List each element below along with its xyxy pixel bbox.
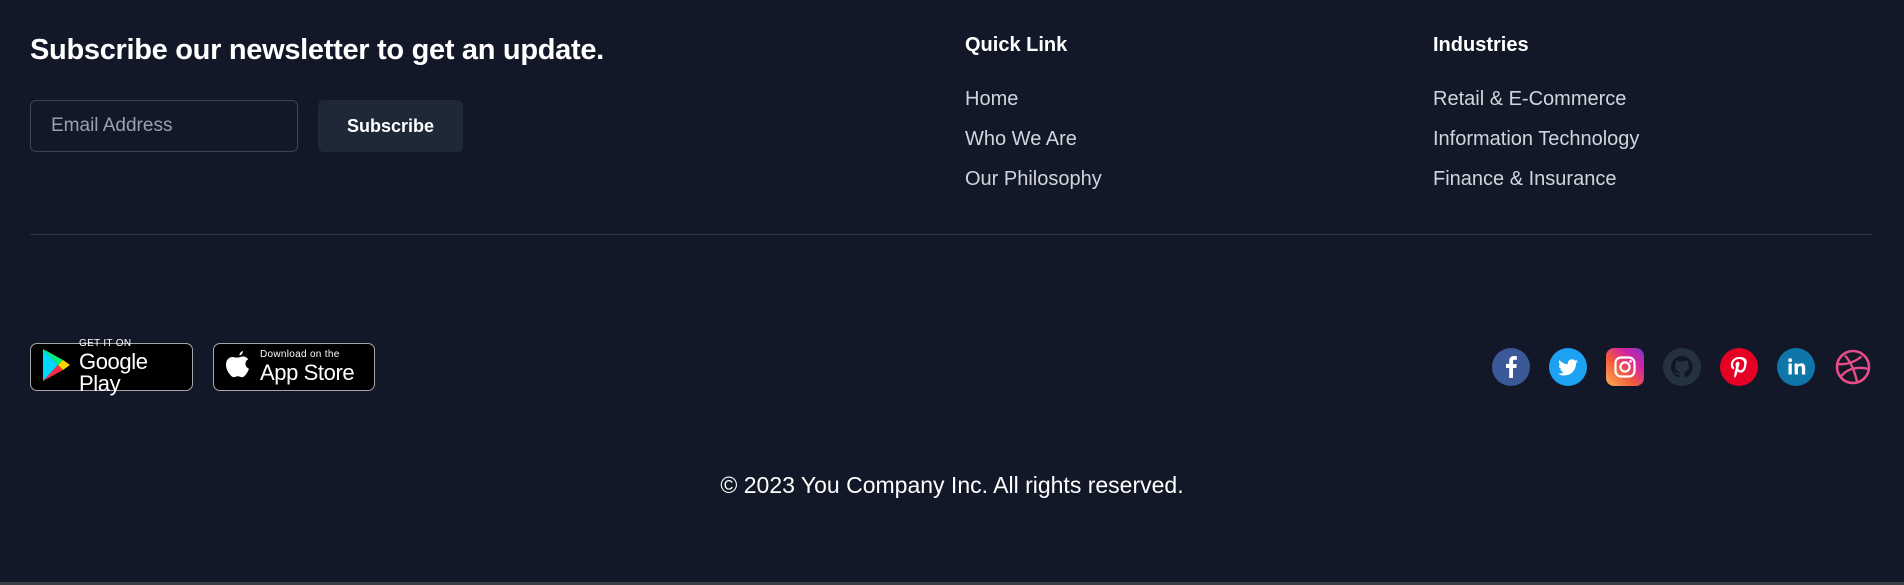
app-store-text: Download on the App Store — [260, 349, 355, 385]
github-icon[interactable] — [1663, 348, 1701, 386]
twitter-icon[interactable] — [1549, 348, 1587, 386]
list-item: Finance & Insurance — [1433, 167, 1639, 207]
instagram-icon[interactable] — [1606, 348, 1644, 386]
quick-links-list: Home Who We Are Our Philosophy — [965, 87, 1102, 207]
industry-link-retail[interactable]: Retail & E-Commerce — [1433, 88, 1626, 110]
nav-link-our-philosophy[interactable]: Our Philosophy — [965, 168, 1102, 190]
newsletter-title: Subscribe our newsletter to get an updat… — [30, 34, 604, 66]
list-item: Home — [965, 87, 1102, 127]
list-item: Retail & E-Commerce — [1433, 87, 1639, 127]
social-links — [1492, 348, 1872, 386]
facebook-icon[interactable] — [1492, 348, 1530, 386]
google-play-badge[interactable]: GET IT ON Google Play — [30, 339, 193, 395]
nav-link-who-we-are[interactable]: Who We Are — [965, 128, 1077, 150]
industries-column: Industries Retail & E-Commerce Informati… — [1433, 34, 1639, 207]
quick-links-column: Quick Link Home Who We Are Our Philosoph… — [965, 34, 1102, 207]
google-play-icon — [41, 348, 71, 387]
quick-links-heading: Quick Link — [965, 34, 1068, 56]
email-field[interactable] — [30, 100, 298, 152]
list-item: Information Technology — [1433, 127, 1639, 167]
google-play-small-text: GET IT ON — [79, 338, 132, 349]
list-item: Our Philosophy — [965, 167, 1102, 207]
linkedin-icon[interactable] — [1777, 348, 1815, 386]
app-store-badge[interactable]: Download on the App Store — [213, 343, 375, 391]
google-play-text: GET IT ON Google Play — [79, 339, 182, 395]
industries-heading: Industries — [1433, 34, 1529, 56]
copyright-text: © 2023 You Company Inc. All rights reser… — [720, 472, 1184, 498]
apple-icon — [224, 349, 252, 386]
nav-link-home[interactable]: Home — [965, 88, 1018, 110]
app-store-big-text: App Store — [260, 360, 355, 385]
industries-list: Retail & E-Commerce Information Technolo… — [1433, 87, 1639, 207]
pinterest-icon[interactable] — [1720, 348, 1758, 386]
divider — [30, 234, 1872, 235]
industry-link-it[interactable]: Information Technology — [1433, 128, 1639, 150]
industry-link-finance[interactable]: Finance & Insurance — [1433, 168, 1616, 190]
app-store-small-text: Download on the — [260, 349, 340, 360]
dribbble-icon[interactable] — [1834, 348, 1872, 386]
footer: Subscribe our newsletter to get an updat… — [0, 0, 1904, 585]
subscribe-button[interactable]: Subscribe — [318, 100, 463, 152]
google-play-big-text: Google Play — [79, 349, 148, 396]
list-item: Who We Are — [965, 127, 1102, 167]
